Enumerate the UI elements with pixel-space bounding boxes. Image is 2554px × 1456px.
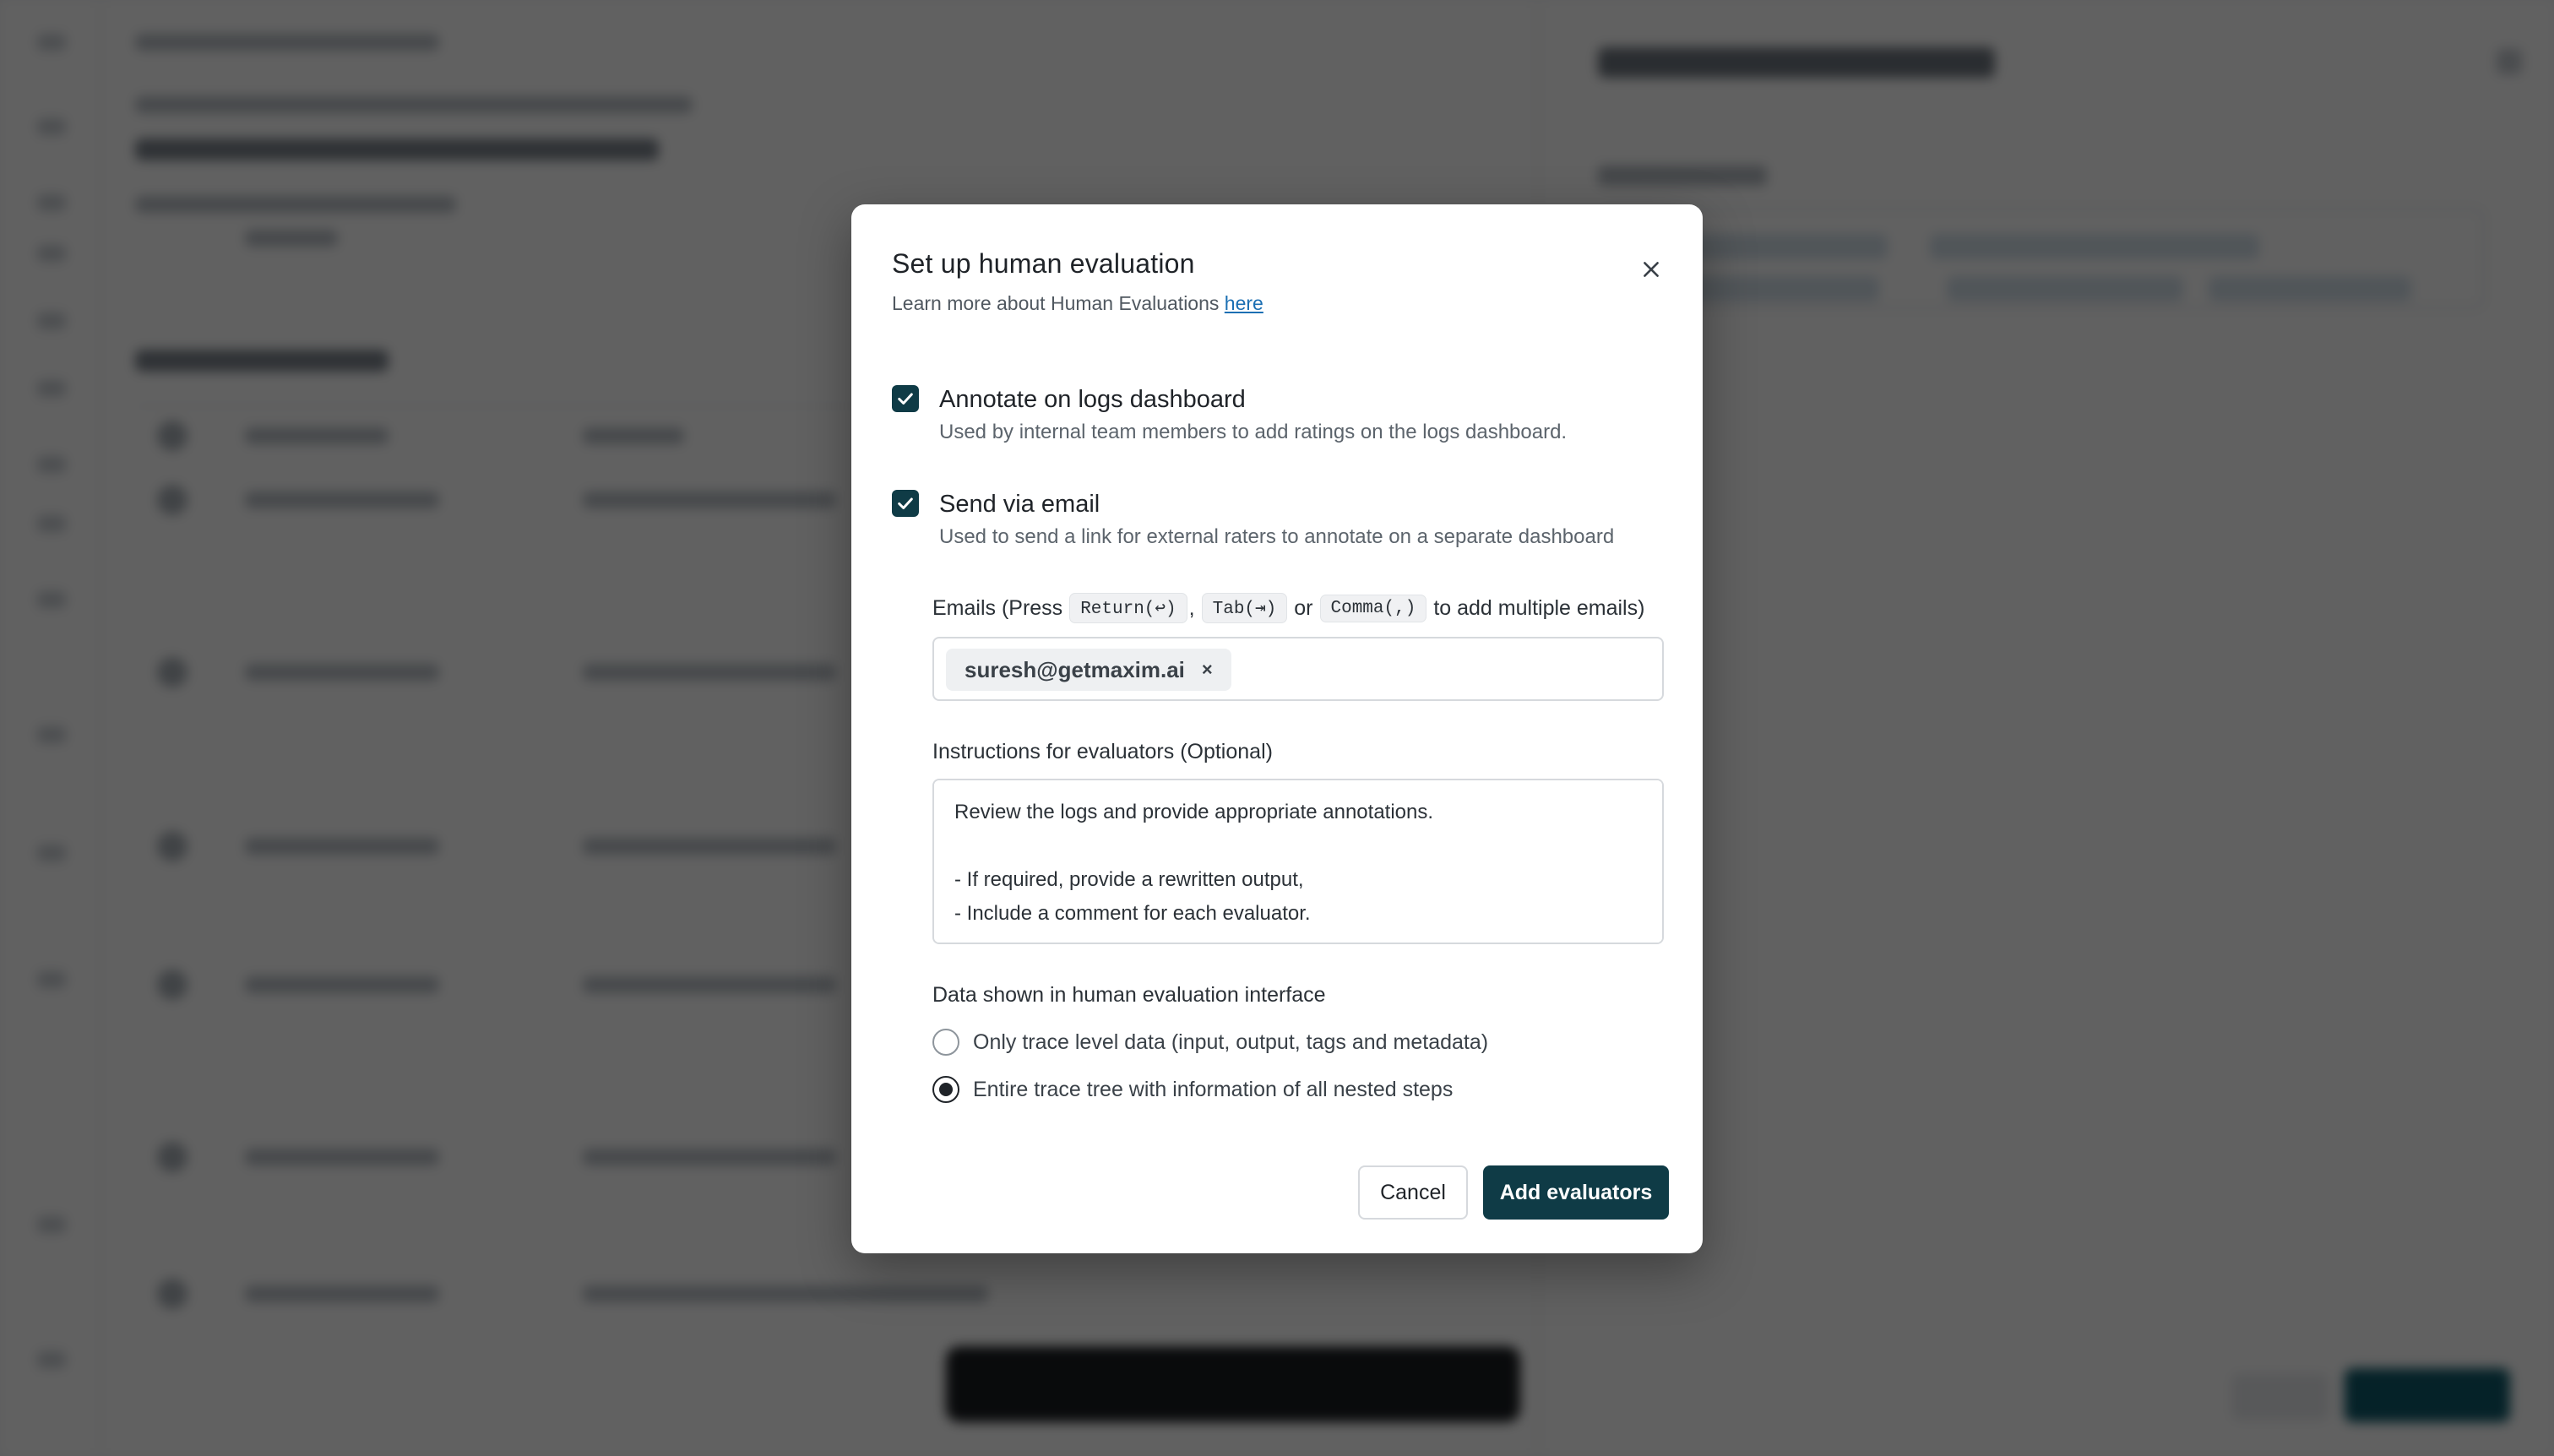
separator-comma: ,: [1188, 595, 1195, 620]
close-button[interactable]: [1630, 248, 1672, 291]
checkmark-icon: [898, 497, 913, 509]
checkmark-icon: [898, 393, 913, 405]
send-email-checkbox[interactable]: [892, 490, 919, 517]
radio-selected-dot: [939, 1083, 953, 1096]
emails-field-label: Emails (Press Return(↩), Tab(⇥) or Comma…: [932, 593, 1644, 623]
radio-option-trace-tree[interactable]: Entire trace tree with information of al…: [932, 1076, 1453, 1103]
annotate-logs-checkbox[interactable]: [892, 385, 919, 412]
emails-input[interactable]: suresh@getmaxim.ai ×: [932, 637, 1664, 701]
annotate-logs-label: Annotate on logs dashboard: [939, 386, 1246, 413]
modal-title: Set up human evaluation: [892, 248, 1195, 279]
instructions-label: Instructions for evaluators (Optional): [932, 740, 1273, 763]
email-chip-text: suresh@getmaxim.ai: [965, 656, 1185, 682]
comma-key-hint: Comma(,): [1319, 594, 1427, 622]
send-email-description: Used to send a link for external raters …: [939, 525, 1615, 548]
human-evaluation-modal: Set up human evaluation Learn more about…: [851, 204, 1703, 1253]
radio-label: Only trace level data (input, output, ta…: [973, 1030, 1489, 1054]
send-email-label: Send via email: [939, 491, 1100, 518]
modal-subtitle: Learn more about Human Evaluations here: [892, 292, 1263, 315]
data-shown-label: Data shown in human evaluation interface: [932, 983, 1326, 1007]
close-icon: [1644, 262, 1659, 277]
radio-button-selected[interactable]: [932, 1076, 959, 1103]
subtitle-text: Learn more about Human Evaluations: [892, 292, 1220, 314]
return-key-hint: Return(↩): [1069, 593, 1187, 623]
email-chip: suresh@getmaxim.ai ×: [946, 649, 1231, 691]
radio-label: Entire trace tree with information of al…: [973, 1077, 1454, 1101]
annotate-logs-description: Used by internal team members to add rat…: [939, 421, 1568, 443]
emails-label-suffix: to add multiple emails): [1433, 595, 1645, 620]
radio-option-trace-level[interactable]: Only trace level data (input, output, ta…: [932, 1029, 1488, 1056]
learn-more-link[interactable]: here: [1225, 292, 1263, 314]
remove-email-icon[interactable]: ×: [1202, 659, 1213, 681]
add-evaluators-button[interactable]: Add evaluators: [1483, 1165, 1669, 1220]
emails-label-prefix: Emails (Press: [932, 595, 1063, 620]
instructions-textarea[interactable]: [932, 779, 1664, 944]
tab-key-hint: Tab(⇥): [1201, 593, 1288, 623]
radio-button[interactable]: [932, 1029, 959, 1056]
separator-or: or: [1294, 595, 1313, 620]
cancel-button[interactable]: Cancel: [1358, 1165, 1468, 1220]
